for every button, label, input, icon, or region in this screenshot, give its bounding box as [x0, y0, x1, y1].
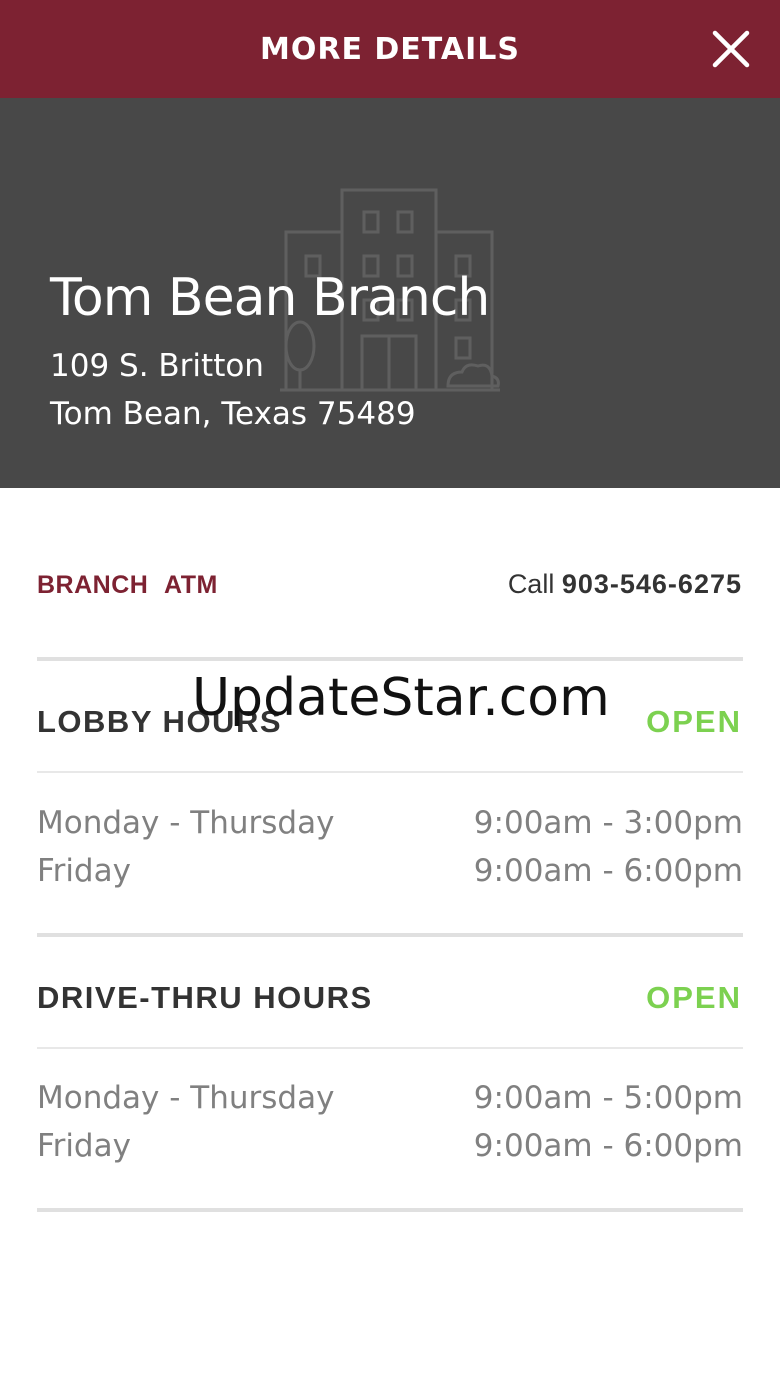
call-label: Call	[507, 569, 555, 599]
divider	[37, 933, 743, 937]
divider	[37, 657, 743, 661]
tab-branch[interactable]: BRANCH	[37, 571, 148, 600]
phone-number: 903-546-6275	[561, 569, 742, 599]
app-header: MORE DETAILS	[0, 0, 780, 98]
divider	[37, 1047, 743, 1049]
close-button[interactable]	[712, 30, 750, 68]
hours-time: 9:00am - 6:00pm	[473, 853, 743, 889]
hours-day: Monday - Thursday	[37, 1080, 335, 1116]
branch-address-line2: Tom Bean, Texas 75489	[50, 396, 416, 432]
hours-day: Monday - Thursday	[37, 805, 335, 841]
hours-day: Friday	[37, 853, 131, 889]
location-type-tabs: BRANCH ATM Call 903-546-6275	[37, 569, 742, 607]
drive-thru-hours-row: Monday - Thursday 9:00am - 5:00pm	[37, 1080, 743, 1120]
header-title: MORE DETAILS	[259, 31, 521, 67]
tab-atm[interactable]: ATM	[164, 571, 218, 600]
hours-time: 9:00am - 3:00pm	[473, 805, 743, 841]
drive-thru-hours-title: DRIVE-THRU HOURS	[37, 980, 373, 1015]
lobby-status-badge: OPEN	[646, 704, 742, 739]
divider	[37, 771, 743, 773]
drive-thru-hours-row: Friday 9:00am - 6:00pm	[37, 1128, 743, 1168]
close-icon	[712, 30, 750, 68]
divider	[37, 1208, 743, 1212]
drive-thru-status-badge: OPEN	[646, 980, 742, 1015]
call-link[interactable]: Call 903-546-6275	[508, 569, 742, 600]
hours-day: Friday	[37, 1128, 131, 1164]
hours-time: 9:00am - 6:00pm	[473, 1128, 743, 1164]
lobby-hours-row: Friday 9:00am - 6:00pm	[37, 853, 743, 893]
branch-address-line1: 109 S. Britton	[50, 348, 264, 384]
watermark-text: UpdateStar.com	[192, 668, 610, 728]
lobby-hours-row: Monday - Thursday 9:00am - 3:00pm	[37, 805, 743, 845]
hours-time: 9:00am - 5:00pm	[473, 1080, 743, 1116]
branch-hero: Tom Bean Branch 109 S. Britton Tom Bean,…	[0, 98, 780, 488]
branch-name: Tom Bean Branch	[50, 268, 490, 328]
